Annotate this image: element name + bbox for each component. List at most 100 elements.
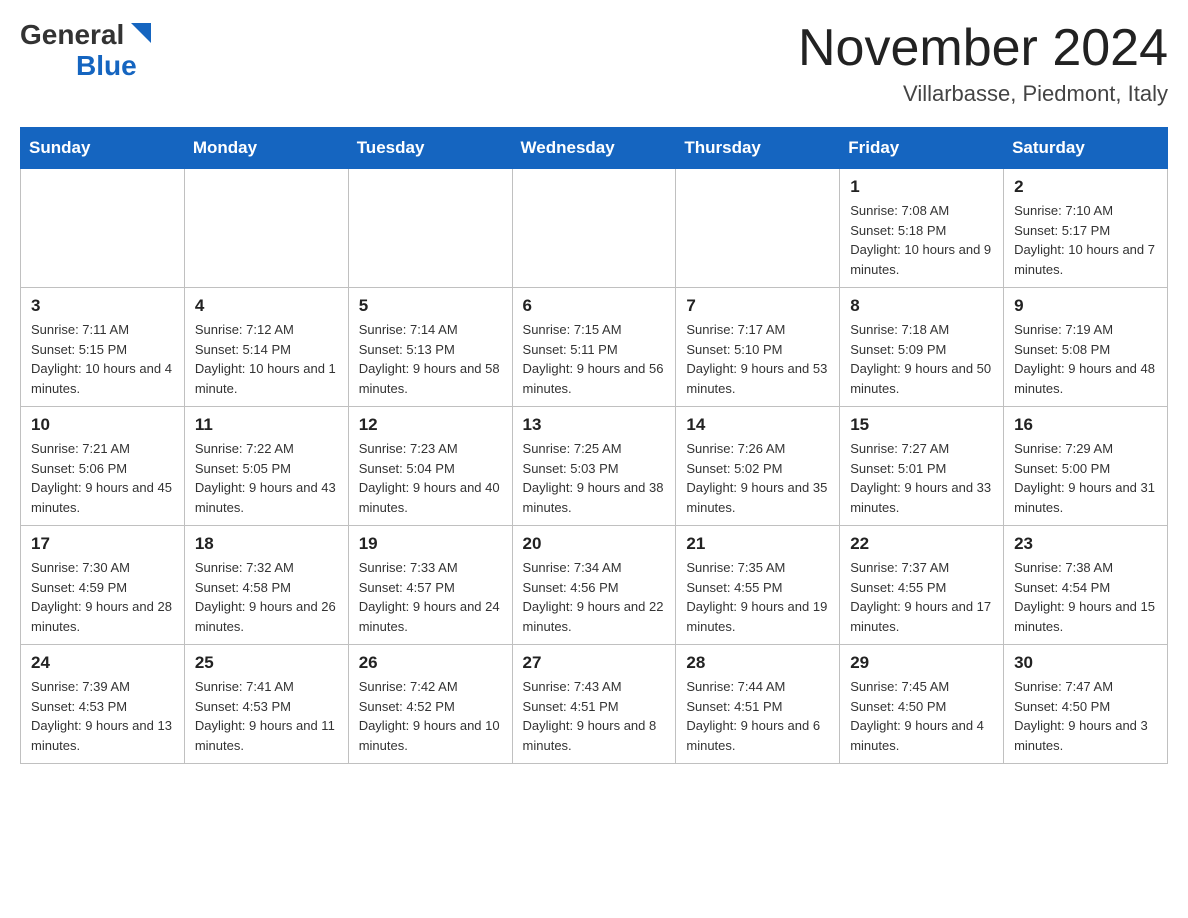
day-number: 20 bbox=[523, 534, 666, 554]
logo-blue: Blue bbox=[48, 50, 137, 81]
day-number: 10 bbox=[31, 415, 174, 435]
calendar-cell: 6Sunrise: 7:15 AMSunset: 5:11 PMDaylight… bbox=[512, 288, 676, 407]
logo-triangle-icon bbox=[126, 18, 156, 48]
calendar-cell: 5 Sunrise: 7:14 AMSunset: 5:13 PMDaylight… bbox=[348, 288, 512, 407]
day-info: Sunrise: 7:08 AMSunset: 5:18 PMDaylight:… bbox=[850, 201, 993, 279]
calendar-cell: 27 Sunrise: 7:43 AMSunset: 4:51 PMDayligh… bbox=[512, 645, 676, 764]
day-number: 26 bbox=[359, 653, 502, 673]
day-info: Sunrise: 7:21 AMSunset: 5:06 PMDaylight:… bbox=[31, 439, 174, 517]
logo: General Blue bbox=[20, 20, 156, 82]
day-number: 11 bbox=[195, 415, 338, 435]
day-number: 7 bbox=[686, 296, 829, 316]
day-info: Sunrise: 7:35 AMSunset: 4:55 PMDaylight:… bbox=[686, 558, 829, 636]
day-number: 17 bbox=[31, 534, 174, 554]
calendar-cell bbox=[21, 169, 185, 288]
day-info: Sunrise: 7:38 AMSunset: 4:54 PMDaylight:… bbox=[1014, 558, 1157, 636]
calendar-header-tuesday: Tuesday bbox=[348, 128, 512, 169]
day-number: 25 bbox=[195, 653, 338, 673]
day-number: 6 bbox=[523, 296, 666, 316]
calendar-cell: 30 Sunrise: 7:47 AMSunset: 4:50 PMDayligh… bbox=[1004, 645, 1168, 764]
day-info: Sunrise: 7:37 AMSunset: 4:55 PMDaylight:… bbox=[850, 558, 993, 636]
day-number: 24 bbox=[31, 653, 174, 673]
page-header: General Blue November 2024 Villarbasse, … bbox=[20, 20, 1168, 107]
day-number: 29 bbox=[850, 653, 993, 673]
calendar-cell bbox=[348, 169, 512, 288]
week-row-4: 24 Sunrise: 7:39 AMSunset: 4:53 PMDayligh… bbox=[21, 645, 1168, 764]
day-number: 27 bbox=[523, 653, 666, 673]
day-info: Sunrise: 7:14 AMSunset: 5:13 PMDaylight:… bbox=[359, 320, 502, 398]
day-info: Sunrise: 7:11 AMSunset: 5:15 PMDaylight:… bbox=[31, 320, 174, 398]
day-number: 3 bbox=[31, 296, 174, 316]
calendar-cell: 22 Sunrise: 7:37 AMSunset: 4:55 PMDayligh… bbox=[840, 526, 1004, 645]
day-info: Sunrise: 7:43 AMSunset: 4:51 PMDaylight:… bbox=[523, 677, 666, 755]
day-info: Sunrise: 7:44 AMSunset: 4:51 PMDaylight:… bbox=[686, 677, 829, 755]
day-number: 12 bbox=[359, 415, 502, 435]
calendar-cell: 17 Sunrise: 7:30 AMSunset: 4:59 PMDayligh… bbox=[21, 526, 185, 645]
calendar-table: SundayMondayTuesdayWednesdayThursdayFrid… bbox=[20, 127, 1168, 764]
calendar-cell: 7 Sunrise: 7:17 AMSunset: 5:10 PMDaylight… bbox=[676, 288, 840, 407]
calendar-cell: 2Sunrise: 7:10 AMSunset: 5:17 PMDaylight… bbox=[1004, 169, 1168, 288]
calendar-cell: 21Sunrise: 7:35 AMSunset: 4:55 PMDayligh… bbox=[676, 526, 840, 645]
calendar-header-row: SundayMondayTuesdayWednesdayThursdayFrid… bbox=[21, 128, 1168, 169]
day-number: 1 bbox=[850, 177, 993, 197]
day-info: Sunrise: 7:29 AMSunset: 5:00 PMDaylight:… bbox=[1014, 439, 1157, 517]
calendar-cell: 11Sunrise: 7:22 AMSunset: 5:05 PMDayligh… bbox=[184, 407, 348, 526]
calendar-cell: 14Sunrise: 7:26 AMSunset: 5:02 PMDayligh… bbox=[676, 407, 840, 526]
day-number: 28 bbox=[686, 653, 829, 673]
day-number: 23 bbox=[1014, 534, 1157, 554]
day-info: Sunrise: 7:47 AMSunset: 4:50 PMDaylight:… bbox=[1014, 677, 1157, 755]
calendar-cell: 26 Sunrise: 7:42 AMSunset: 4:52 PMDayligh… bbox=[348, 645, 512, 764]
calendar-cell: 25Sunrise: 7:41 AMSunset: 4:53 PMDayligh… bbox=[184, 645, 348, 764]
calendar-cell: 1 Sunrise: 7:08 AMSunset: 5:18 PMDaylight… bbox=[840, 169, 1004, 288]
calendar-cell: 16 Sunrise: 7:29 AMSunset: 5:00 PMDayligh… bbox=[1004, 407, 1168, 526]
calendar-cell: 28 Sunrise: 7:44 AMSunset: 4:51 PMDayligh… bbox=[676, 645, 840, 764]
calendar-header-saturday: Saturday bbox=[1004, 128, 1168, 169]
location: Villarbasse, Piedmont, Italy bbox=[798, 81, 1168, 107]
day-info: Sunrise: 7:18 AMSunset: 5:09 PMDaylight:… bbox=[850, 320, 993, 398]
calendar-cell: 12 Sunrise: 7:23 AMSunset: 5:04 PMDayligh… bbox=[348, 407, 512, 526]
day-number: 14 bbox=[686, 415, 829, 435]
day-number: 30 bbox=[1014, 653, 1157, 673]
calendar-cell: 19 Sunrise: 7:33 AMSunset: 4:57 PMDayligh… bbox=[348, 526, 512, 645]
calendar-cell: 3 Sunrise: 7:11 AMSunset: 5:15 PMDaylight… bbox=[21, 288, 185, 407]
month-title: November 2024 bbox=[798, 20, 1168, 77]
day-info: Sunrise: 7:10 AMSunset: 5:17 PMDaylight:… bbox=[1014, 201, 1157, 279]
calendar-cell: 8 Sunrise: 7:18 AMSunset: 5:09 PMDaylight… bbox=[840, 288, 1004, 407]
day-number: 5 bbox=[359, 296, 502, 316]
day-info: Sunrise: 7:32 AMSunset: 4:58 PMDaylight:… bbox=[195, 558, 338, 636]
day-number: 18 bbox=[195, 534, 338, 554]
day-info: Sunrise: 7:30 AMSunset: 4:59 PMDaylight:… bbox=[31, 558, 174, 636]
logo-general: General bbox=[20, 20, 124, 51]
day-info: Sunrise: 7:12 AMSunset: 5:14 PMDaylight:… bbox=[195, 320, 338, 398]
day-info: Sunrise: 7:39 AMSunset: 4:53 PMDaylight:… bbox=[31, 677, 174, 755]
day-info: Sunrise: 7:27 AMSunset: 5:01 PMDaylight:… bbox=[850, 439, 993, 517]
calendar-cell: 29 Sunrise: 7:45 AMSunset: 4:50 PMDayligh… bbox=[840, 645, 1004, 764]
calendar-cell: 9Sunrise: 7:19 AMSunset: 5:08 PMDaylight… bbox=[1004, 288, 1168, 407]
calendar-header-wednesday: Wednesday bbox=[512, 128, 676, 169]
day-number: 15 bbox=[850, 415, 993, 435]
week-row-2: 10 Sunrise: 7:21 AMSunset: 5:06 PMDayligh… bbox=[21, 407, 1168, 526]
day-info: Sunrise: 7:17 AMSunset: 5:10 PMDaylight:… bbox=[686, 320, 829, 398]
calendar-header-monday: Monday bbox=[184, 128, 348, 169]
day-info: Sunrise: 7:25 AMSunset: 5:03 PMDaylight:… bbox=[523, 439, 666, 517]
calendar-cell: 20Sunrise: 7:34 AMSunset: 4:56 PMDayligh… bbox=[512, 526, 676, 645]
calendar-header-friday: Friday bbox=[840, 128, 1004, 169]
day-info: Sunrise: 7:19 AMSunset: 5:08 PMDaylight:… bbox=[1014, 320, 1157, 398]
week-row-0: 1 Sunrise: 7:08 AMSunset: 5:18 PMDaylight… bbox=[21, 169, 1168, 288]
day-number: 16 bbox=[1014, 415, 1157, 435]
day-info: Sunrise: 7:45 AMSunset: 4:50 PMDaylight:… bbox=[850, 677, 993, 755]
day-info: Sunrise: 7:33 AMSunset: 4:57 PMDaylight:… bbox=[359, 558, 502, 636]
calendar-cell: 13 Sunrise: 7:25 AMSunset: 5:03 PMDayligh… bbox=[512, 407, 676, 526]
day-number: 13 bbox=[523, 415, 666, 435]
calendar-cell bbox=[676, 169, 840, 288]
day-info: Sunrise: 7:23 AMSunset: 5:04 PMDaylight:… bbox=[359, 439, 502, 517]
calendar-cell: 23 Sunrise: 7:38 AMSunset: 4:54 PMDayligh… bbox=[1004, 526, 1168, 645]
calendar-cell: 10 Sunrise: 7:21 AMSunset: 5:06 PMDayligh… bbox=[21, 407, 185, 526]
calendar-cell bbox=[184, 169, 348, 288]
day-number: 22 bbox=[850, 534, 993, 554]
day-number: 8 bbox=[850, 296, 993, 316]
calendar-cell bbox=[512, 169, 676, 288]
day-info: Sunrise: 7:42 AMSunset: 4:52 PMDaylight:… bbox=[359, 677, 502, 755]
day-number: 19 bbox=[359, 534, 502, 554]
day-number: 4 bbox=[195, 296, 338, 316]
